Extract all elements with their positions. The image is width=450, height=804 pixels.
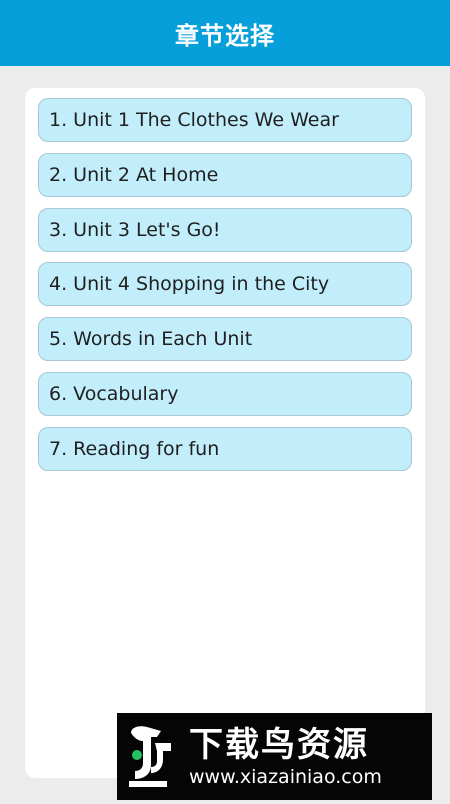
watermark-url: www.xiazainiao.com	[189, 765, 382, 788]
chapter-label: 7. Reading for fun	[49, 437, 220, 460]
chapter-item-6[interactable]: 6. Vocabulary	[38, 371, 412, 416]
chapter-item-7[interactable]: 7. Reading for fun	[38, 426, 412, 471]
chapter-item-1[interactable]: 1. Unit 1 The Clothes We Wear	[38, 98, 412, 142]
chapter-label: 3. Unit 3 Let's Go!	[49, 218, 221, 241]
chapter-label: 4. Unit 4 Shopping in the City	[49, 273, 330, 296]
chapter-item-2[interactable]: 2. Unit 2 At Home	[38, 152, 412, 197]
chapter-list: 1. Unit 1 The Clothes We Wear 2. Unit 2 …	[38, 98, 412, 482]
chapter-panel: 1. Unit 1 The Clothes We Wear 2. Unit 2 …	[25, 88, 425, 778]
chapter-item-4[interactable]: 4. Unit 4 Shopping in the City	[38, 262, 412, 307]
app-header: 章节选择	[0, 0, 450, 66]
chapter-item-5[interactable]: 5. Words in Each Unit	[38, 317, 412, 362]
watermark-title: 下载鸟资源	[189, 724, 369, 765]
chapter-label: 5. Words in Each Unit	[49, 328, 253, 351]
chapter-item-3[interactable]: 3. Unit 3 Let's Go!	[38, 207, 412, 252]
chapter-label: 1. Unit 1 The Clothes We Wear	[49, 109, 339, 131]
bird-logo-icon	[117, 713, 187, 800]
watermark-text: 下载鸟资源 www.xiazainiao.com	[187, 725, 382, 789]
chapter-label: 6. Vocabulary	[49, 382, 179, 405]
page-title: 章节选择	[175, 21, 275, 50]
chapter-label: 2. Unit 2 At Home	[49, 163, 219, 186]
watermark-banner: 下载鸟资源 www.xiazainiao.com	[117, 713, 432, 800]
